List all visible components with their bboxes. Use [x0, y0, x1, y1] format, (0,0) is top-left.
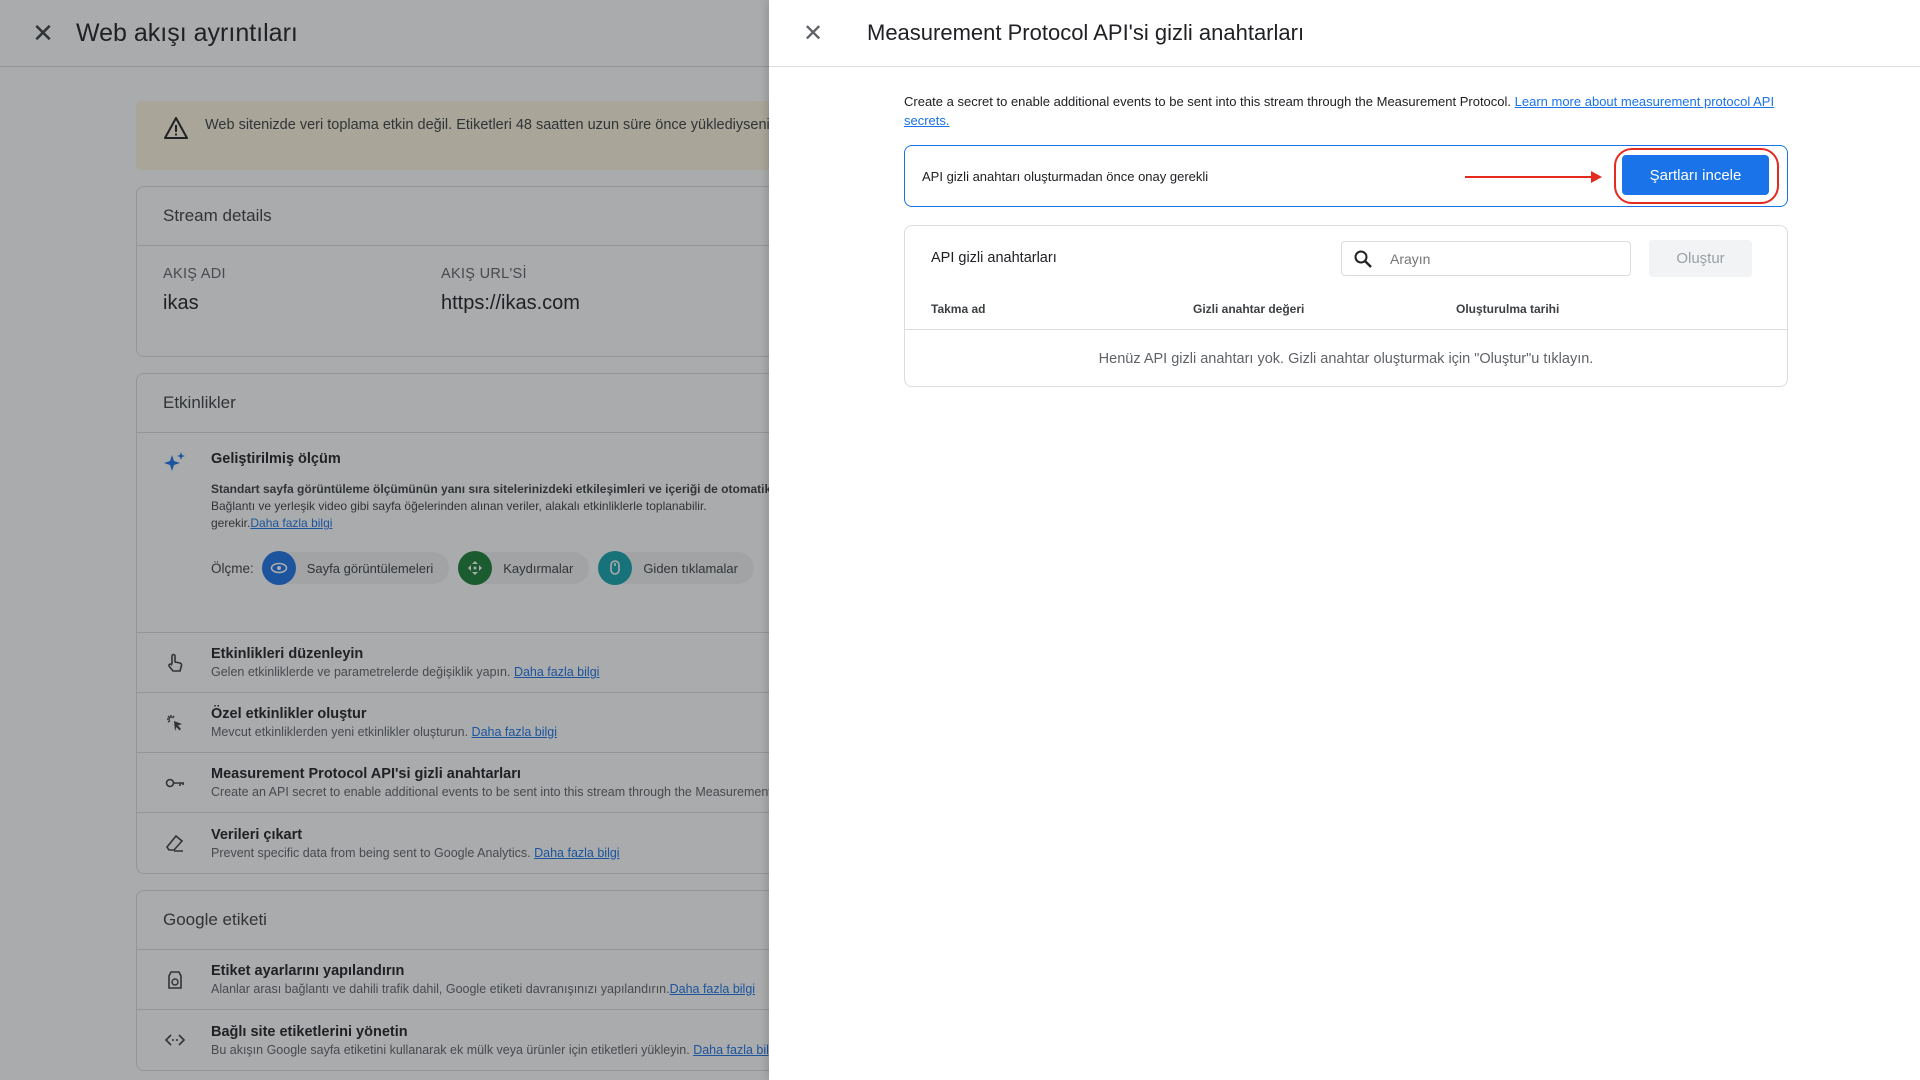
search-input[interactable] — [1390, 250, 1590, 267]
api-secrets-panel: ✕ Measurement Protocol API'si gizli anah… — [769, 0, 1920, 1080]
search-box[interactable] — [1341, 241, 1631, 276]
panel-intro: Create a secret to enable additional eve… — [904, 94, 1775, 128]
search-icon — [1354, 250, 1372, 268]
panel-header: ✕ Measurement Protocol API'si gizli anah… — [769, 0, 1920, 67]
column-secret-value[interactable]: Gizli anahtar değeri — [1193, 302, 1304, 316]
review-terms-button[interactable]: Şartları incele — [1622, 155, 1769, 195]
consent-banner: API gizli anahtarı oluşturmadan önce ona… — [904, 145, 1788, 207]
column-nickname[interactable]: Takma ad — [931, 302, 985, 316]
api-secrets-table: API gizli anahtarları Oluştur Takma ad G… — [904, 225, 1788, 387]
consent-text: API gizli anahtarı oluşturmadan önce ona… — [922, 168, 1209, 184]
annotation-arrow-head — [1591, 171, 1602, 183]
panel-title: Measurement Protocol API'si gizli anahta… — [867, 20, 1305, 45]
create-button[interactable]: Oluştur — [1649, 240, 1752, 277]
annotation-arrow — [1465, 176, 1593, 178]
secrets-title: API gizli anahtarları — [931, 250, 1057, 266]
empty-state-message: Henüz API gizli anahtarı yok. Gizli anah… — [1098, 351, 1594, 367]
column-created-date[interactable]: Oluşturulma tarihi — [1456, 302, 1559, 316]
table-header: Takma ad Gizli anahtar değeri Oluşturulm… — [905, 288, 1787, 330]
close-icon[interactable]: ✕ — [801, 19, 825, 48]
